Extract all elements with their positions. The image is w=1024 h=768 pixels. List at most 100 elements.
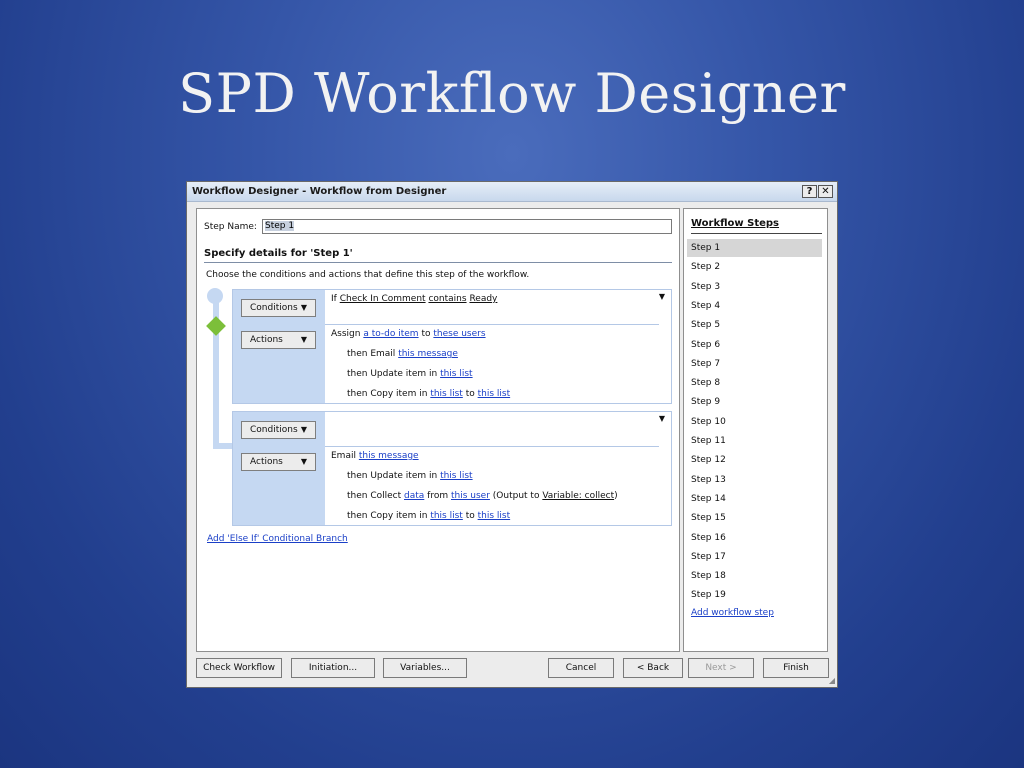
workflow-step-item[interactable]: Step 15 xyxy=(687,509,822,527)
action-link[interactable]: this user xyxy=(451,491,490,501)
add-workflow-step-link[interactable]: Add workflow step xyxy=(691,608,774,618)
conditions-label: Conditions xyxy=(250,303,298,313)
help-icon[interactable]: ? xyxy=(802,185,817,198)
condition-line-1: If Check In Comment contains Ready xyxy=(331,294,497,304)
workflow-step-item[interactable]: Step 2 xyxy=(687,258,822,276)
action-text: to xyxy=(465,511,475,521)
action-line-4: then Copy item in this list to this list xyxy=(347,389,510,399)
next-button[interactable]: Next > xyxy=(688,658,754,678)
workflow-step-item[interactable]: Step 12 xyxy=(687,451,822,469)
workflow-step-item[interactable]: Step 18 xyxy=(687,567,822,585)
action-line-4: then Copy item in this list to this list xyxy=(347,511,510,521)
action-text: to xyxy=(421,329,431,339)
details-heading: Specify details for 'Step 1' xyxy=(204,248,353,259)
workflow-step-item[interactable]: Step 16 xyxy=(687,529,822,547)
actions-dropdown-2[interactable]: Actions ▼ xyxy=(241,453,316,471)
action-line-3: then Collect data from this user (Output… xyxy=(347,491,618,501)
block-menu-icon[interactable]: ▼ xyxy=(659,414,665,423)
action-link[interactable]: this list xyxy=(478,389,511,399)
action-line-2: then Email this message xyxy=(347,349,458,359)
action-text: then Copy item in xyxy=(347,511,428,521)
workflow-step-item[interactable]: Step 10 xyxy=(687,413,822,431)
action-link[interactable]: data xyxy=(404,491,424,501)
action-link[interactable]: this list xyxy=(430,389,463,399)
initiation-button[interactable]: Initiation... xyxy=(291,658,375,678)
action-line-1: Email this message xyxy=(331,451,419,461)
back-button[interactable]: < Back xyxy=(623,658,683,678)
action-text: to xyxy=(465,389,475,399)
action-text: then Update item in xyxy=(347,369,438,379)
action-link[interactable]: this list xyxy=(440,471,473,481)
workflow-steps-panel: Workflow Steps Step 1 Step 2 Step 3 Step 4S… xyxy=(683,208,828,652)
title-bar[interactable]: Workflow Designer - Workflow from Design… xyxy=(187,182,837,202)
conditions-dropdown-2[interactable]: Conditions ▼ xyxy=(241,421,316,439)
action-text: Assign xyxy=(331,329,361,339)
action-link[interactable]: these users xyxy=(433,329,485,339)
block-1-separator xyxy=(325,324,659,325)
chevron-down-icon: ▼ xyxy=(300,303,307,312)
workflow-step-item[interactable]: Step 5 xyxy=(687,316,822,334)
action-text: then Update item in xyxy=(347,471,438,481)
action-text: ) xyxy=(614,491,618,501)
slide-title: SPD Workflow Designer xyxy=(178,62,846,125)
action-link[interactable]: a to-do item xyxy=(363,329,418,339)
window-title: Workflow Designer - Workflow from Design… xyxy=(192,186,447,197)
chevron-down-icon: ▼ xyxy=(300,425,307,434)
variable-link[interactable]: Variable: collect xyxy=(542,491,614,501)
details-description: Choose the conditions and actions that d… xyxy=(206,270,530,280)
step-name-input[interactable]: Step 1 xyxy=(262,219,672,234)
action-line-2: then Update item in this list xyxy=(347,471,473,481)
finish-button[interactable]: Finish xyxy=(763,658,829,678)
actions-label: Actions xyxy=(250,335,283,345)
chevron-down-icon: ▼ xyxy=(300,457,307,466)
action-link[interactable]: this list xyxy=(440,369,473,379)
chevron-down-icon: ▼ xyxy=(300,335,307,344)
workflow-step-item[interactable]: Step 3 xyxy=(687,278,822,296)
workflow-step-item[interactable]: Step 9 xyxy=(687,393,822,411)
condition-prefix: If xyxy=(331,294,337,304)
block-menu-icon[interactable]: ▼ xyxy=(659,292,665,301)
block-2-separator xyxy=(325,446,659,447)
workflow-designer-dialog: Workflow Designer - Workflow from Design… xyxy=(186,181,838,688)
action-text: then Collect xyxy=(347,491,402,501)
workflow-step-item[interactable]: Step 13 xyxy=(687,471,822,489)
condition-field-link[interactable]: Check In Comment xyxy=(340,294,426,304)
green-diamond-icon[interactable] xyxy=(206,316,226,336)
conditions-label: Conditions xyxy=(250,425,298,435)
workflow-step-item[interactable]: Step 7 xyxy=(687,355,822,373)
details-divider xyxy=(204,262,672,263)
action-text: then Email xyxy=(347,349,396,359)
check-workflow-button[interactable]: Check Workflow xyxy=(196,658,282,678)
workflow-steps-title: Workflow Steps xyxy=(691,218,780,229)
workflow-step-item[interactable]: Step 11 xyxy=(687,432,822,450)
step-name-value: Step 1 xyxy=(265,221,295,231)
condition-block-1: Conditions ▼ Actions ▼ ▼ If Check In Com… xyxy=(232,289,672,404)
workflow-step-item[interactable]: Step 14 xyxy=(687,490,822,508)
actions-dropdown-1[interactable]: Actions ▼ xyxy=(241,331,316,349)
condition-value-link[interactable]: Ready xyxy=(469,294,497,304)
action-link[interactable]: this message xyxy=(398,349,458,359)
action-link[interactable]: this message xyxy=(359,451,419,461)
cancel-button[interactable]: Cancel xyxy=(548,658,614,678)
variables-button[interactable]: Variables... xyxy=(383,658,467,678)
action-line-1: Assign a to-do item to these users xyxy=(331,329,486,339)
condition-operator-link[interactable]: contains xyxy=(428,294,466,304)
step-name-label: Step Name: xyxy=(204,222,257,232)
action-link[interactable]: this list xyxy=(430,511,463,521)
workflow-step-item[interactable]: Step 6 xyxy=(687,336,822,354)
workflow-step-item[interactable]: Step 1 xyxy=(687,239,822,257)
workflow-step-item[interactable]: Step 8 xyxy=(687,374,822,392)
workflow-step-item[interactable]: Step 4 xyxy=(687,297,822,315)
action-text: Email xyxy=(331,451,356,461)
add-else-if-link[interactable]: Add 'Else If' Conditional Branch xyxy=(207,534,348,544)
action-text: from xyxy=(427,491,449,501)
workflow-step-item[interactable]: Step 17 xyxy=(687,548,822,566)
action-link[interactable]: this list xyxy=(478,511,511,521)
conditions-dropdown-1[interactable]: Conditions ▼ xyxy=(241,299,316,317)
action-text: (Output to xyxy=(492,491,540,501)
actions-label: Actions xyxy=(250,457,283,467)
workflow-step-item[interactable]: Step 19 xyxy=(687,586,822,604)
close-icon[interactable]: ✕ xyxy=(818,185,833,198)
steps-divider xyxy=(691,233,822,234)
resize-grip-icon[interactable]: ◢ xyxy=(829,676,835,685)
